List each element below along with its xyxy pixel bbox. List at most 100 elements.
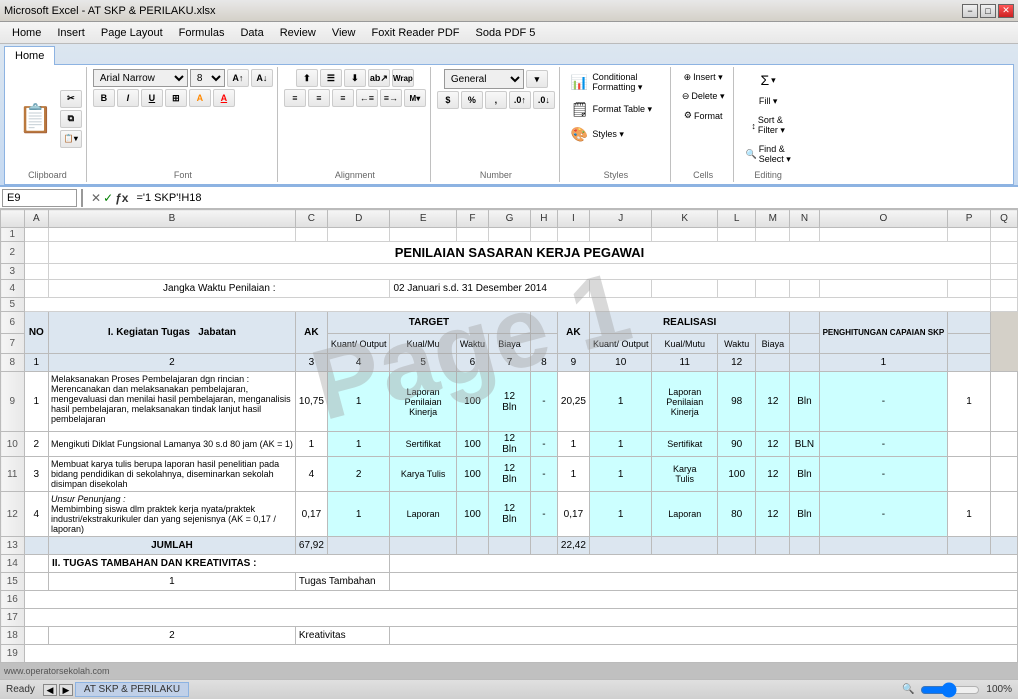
cell-p13[interactable] xyxy=(589,537,652,555)
cell-q13[interactable] xyxy=(652,537,718,555)
col-header-l[interactable]: L xyxy=(717,210,755,228)
cell-n1[interactable] xyxy=(790,228,819,242)
cell-kual-r3[interactable]: 100 xyxy=(456,457,488,492)
font-color-btn[interactable]: A xyxy=(213,89,235,107)
menu-soda[interactable]: Soda PDF 5 xyxy=(468,22,544,43)
cell-ak-r2[interactable]: 1 xyxy=(295,432,327,457)
col-header-a[interactable]: A xyxy=(24,210,48,228)
comma-btn[interactable]: , xyxy=(485,91,507,109)
cell-ak-r4[interactable]: 0,17 xyxy=(295,492,327,537)
sheet-tab-atskp[interactable]: AT SKP & PERILAKU xyxy=(75,682,189,697)
col-header-i[interactable]: I xyxy=(557,210,589,228)
maximize-btn[interactable]: □ xyxy=(980,4,996,18)
cell-kuant-label-r4[interactable]: Laporan xyxy=(390,492,456,537)
cell-kuant-rlabel-r1[interactable]: LaporanPenilaianKinerja xyxy=(652,372,718,432)
cell-kuant-rnum-r3[interactable]: 1 xyxy=(589,457,652,492)
cell-kual2-r4[interactable]: 80 xyxy=(717,492,755,537)
cell-no-r3[interactable]: 3 xyxy=(24,457,48,492)
menu-formulas[interactable]: Formulas xyxy=(171,22,233,43)
decrease-font-btn[interactable]: A↓ xyxy=(251,69,273,87)
cell-penghitungan-r2[interactable] xyxy=(948,432,991,457)
cell-b3[interactable] xyxy=(49,264,991,280)
zoom-slider[interactable] xyxy=(920,682,980,698)
cell-l4[interactable] xyxy=(717,280,755,298)
cell-waktu-r1[interactable]: 12Bln xyxy=(489,372,531,432)
cell-s13[interactable] xyxy=(756,537,790,555)
cell-biaya2-r4[interactable]: - xyxy=(819,492,948,537)
cell-a1[interactable] xyxy=(24,228,48,242)
insert-function-icon[interactable]: ƒx xyxy=(115,191,128,205)
cell-m1[interactable] xyxy=(756,228,790,242)
cell-a15[interactable] xyxy=(24,573,48,591)
cell-kegiatan-r4[interactable]: Unsur Penunjang :Membimbing siswa dlm pr… xyxy=(49,492,296,537)
cell-kuant-label-r3[interactable]: Karya Tulis xyxy=(390,457,456,492)
cell-a18[interactable] xyxy=(24,627,48,645)
text-orient-btn[interactable]: ab↗ xyxy=(368,69,390,87)
cell-q1[interactable] xyxy=(990,228,1017,242)
cell-a14[interactable] xyxy=(24,555,48,573)
increase-font-btn[interactable]: A↑ xyxy=(227,69,249,87)
copy-button[interactable]: ⧉ xyxy=(60,110,82,128)
cell-p4[interactable] xyxy=(948,280,991,298)
autosum-btn[interactable]: Σ▾ xyxy=(754,69,782,91)
cell-kual-r4[interactable]: 100 xyxy=(456,492,488,537)
align-top-btn[interactable]: ⬆ xyxy=(296,69,318,87)
cell-kuant-num-r4[interactable]: 1 xyxy=(327,492,390,537)
cell-ak2-r3[interactable]: 1 xyxy=(557,457,589,492)
col-header-d[interactable]: D xyxy=(327,210,390,228)
cell-d1[interactable] xyxy=(327,228,390,242)
cell-waktu-r2[interactable]: 12Bln xyxy=(489,432,531,457)
cell-a4[interactable] xyxy=(24,280,48,298)
cell-kual2-r1[interactable]: 98 xyxy=(717,372,755,432)
align-middle-btn[interactable]: ☰ xyxy=(320,69,342,87)
sheet-next-btn[interactable]: ▶ xyxy=(59,684,73,696)
menu-foxit[interactable]: Foxit Reader PDF xyxy=(363,22,467,43)
cell-kuant-rlabel-r4[interactable]: Laporan xyxy=(652,492,718,537)
cell-j13[interactable] xyxy=(327,537,390,555)
sort-filter-btn[interactable]: ↕Sort &Filter ▾ xyxy=(746,112,790,139)
cell-v13[interactable] xyxy=(948,537,991,555)
cell-i1[interactable] xyxy=(557,228,589,242)
conditional-formatting-btn[interactable]: 📊ConditionalFormatting ▾ xyxy=(566,69,666,96)
wrap-text-btn[interactable]: Wrap xyxy=(392,69,414,87)
align-left-btn[interactable]: ≡ xyxy=(284,89,306,107)
cell-kuant-label-r1[interactable]: LaporanPenilaianKinerja xyxy=(390,372,456,432)
menu-page-layout[interactable]: Page Layout xyxy=(93,22,171,43)
align-right-btn[interactable]: ≡ xyxy=(332,89,354,107)
cut-button[interactable]: ✂ xyxy=(60,90,82,108)
cell-waktu-r4[interactable]: 12Bln xyxy=(489,492,531,537)
menu-review[interactable]: Review xyxy=(272,22,324,43)
font-name-select[interactable]: Arial Narrow xyxy=(93,69,188,87)
find-select-btn[interactable]: 🔍Find &Select ▾ xyxy=(740,141,795,168)
paste-special-button[interactable]: 📋▾ xyxy=(60,130,82,148)
cell-k13[interactable] xyxy=(390,537,456,555)
cell-kegiatan-r1[interactable]: Melaksanakan Proses Pembelajaran dgn rin… xyxy=(49,372,296,432)
cell-row19[interactable] xyxy=(24,645,1017,663)
col-header-m[interactable]: M xyxy=(756,210,790,228)
cell-q2[interactable] xyxy=(990,242,1017,264)
underline-btn[interactable]: U xyxy=(141,89,163,107)
cell-waktu2-r3[interactable]: 12 xyxy=(756,457,790,492)
cell-kual2-r2[interactable]: 90 xyxy=(717,432,755,457)
cell-biaya2-r1[interactable]: - xyxy=(819,372,948,432)
cell-l1[interactable] xyxy=(717,228,755,242)
cell-kuant-rnum-r2[interactable]: 1 xyxy=(589,432,652,457)
cell-u13[interactable] xyxy=(819,537,948,555)
minimize-btn[interactable]: − xyxy=(962,4,978,18)
col-header-n[interactable]: N xyxy=(790,210,819,228)
cell-no-r2[interactable]: 2 xyxy=(24,432,48,457)
cell-ak-r1[interactable]: 10,75 xyxy=(295,372,327,432)
cell-m13[interactable] xyxy=(489,537,531,555)
fill-btn[interactable]: Fill ▾ xyxy=(754,93,783,110)
format-btn[interactable]: ⚙Format xyxy=(679,107,728,124)
format-as-table-btn[interactable]: 🗒Format Table ▾ xyxy=(566,98,666,121)
col-header-b[interactable]: B xyxy=(49,210,296,228)
cell-kuant-label-r2[interactable]: Sertifikat xyxy=(390,432,456,457)
cell-kual2-r3[interactable]: 100 xyxy=(717,457,755,492)
cell-kegiatan-r3[interactable]: Membuat karya tulis berupa laporan hasil… xyxy=(49,457,296,492)
col-header-h[interactable]: H xyxy=(530,210,557,228)
cell-styles-btn[interactable]: 🎨Styles ▾ xyxy=(566,123,666,146)
close-btn[interactable]: ✕ xyxy=(998,4,1014,18)
col-header-e[interactable]: E xyxy=(390,210,456,228)
number-format-expand-btn[interactable]: ▾ xyxy=(526,70,548,88)
